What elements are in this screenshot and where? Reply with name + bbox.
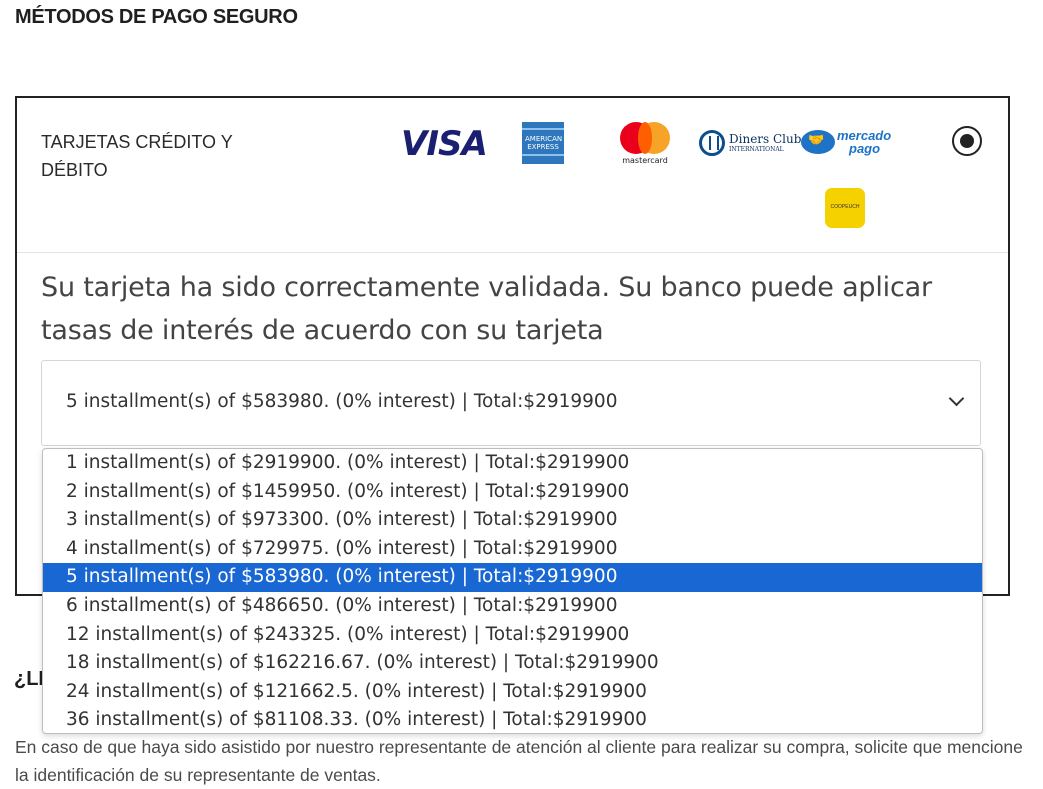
sales-rep-info-text: En caso de que haya sido asistido por nu… xyxy=(15,737,1023,785)
installment-option-selected[interactable]: 5 installment(s) of $583980. (0% interes… xyxy=(43,563,982,592)
amex-logo-text: AMERICAN EXPRESS xyxy=(525,135,563,151)
section-title: MÉTODOS DE PAGO SEGURO xyxy=(15,6,298,28)
payment-method-label: TARJETAS CRÉDITO Y DÉBITO xyxy=(41,132,233,180)
installments-select-value: 5 installment(s) of $583980. (0% interes… xyxy=(66,391,618,412)
amex-logo: AMERICAN EXPRESS xyxy=(522,122,564,164)
installment-option[interactable]: 12 installment(s) of $243325. (0% intere… xyxy=(43,621,982,650)
installment-option[interactable]: 6 installment(s) of $486650. (0% interes… xyxy=(43,592,982,621)
mastercard-logo-text: mastercard xyxy=(622,156,668,165)
visa-logo: VISA xyxy=(401,124,488,164)
coopeuch-logo: COOPEUCH xyxy=(825,188,865,228)
mastercard-logo: mastercard xyxy=(617,122,673,168)
installments-dropdown-list: 1 installment(s) of $2919900. (0% intere… xyxy=(42,448,983,734)
radio-selected-dot xyxy=(960,134,974,148)
diners-club-logo: Diners Club INTERNATIONAL xyxy=(699,130,801,158)
payment-method-row[interactable]: TARJETAS CRÉDITO Y DÉBITO VISA AMERICAN … xyxy=(17,98,1008,253)
mercado-pago-text-bottom: pago xyxy=(849,141,881,156)
installment-option[interactable]: 36 installment(s) of $81108.33. (0% inte… xyxy=(43,706,982,733)
diners-logo-subtext: INTERNATIONAL xyxy=(729,146,784,153)
installments-select[interactable]: 5 installment(s) of $583980. (0% interes… xyxy=(41,360,981,446)
installment-option[interactable]: 1 installment(s) of $2919900. (0% intere… xyxy=(43,449,982,478)
mercado-pago-logo: mercado pago xyxy=(801,128,897,158)
payment-method-radio[interactable] xyxy=(952,126,982,156)
coopeuch-logo-text: COOPEUCH xyxy=(830,204,860,210)
installment-option[interactable]: 24 installment(s) of $121662.5. (0% inte… xyxy=(43,678,982,707)
diners-logo-text: Diners Club xyxy=(729,132,802,146)
installment-option[interactable]: 3 installment(s) of $973300. (0% interes… xyxy=(43,506,982,535)
chevron-down-icon xyxy=(948,390,965,407)
installment-option[interactable]: 2 installment(s) of $1459950. (0% intere… xyxy=(43,478,982,507)
card-validation-message: Su tarjeta ha sido correctamente validad… xyxy=(41,272,932,346)
installment-option[interactable]: 18 installment(s) of $162216.67. (0% int… xyxy=(43,649,982,678)
installment-option[interactable]: 4 installment(s) of $729975. (0% interes… xyxy=(43,535,982,564)
